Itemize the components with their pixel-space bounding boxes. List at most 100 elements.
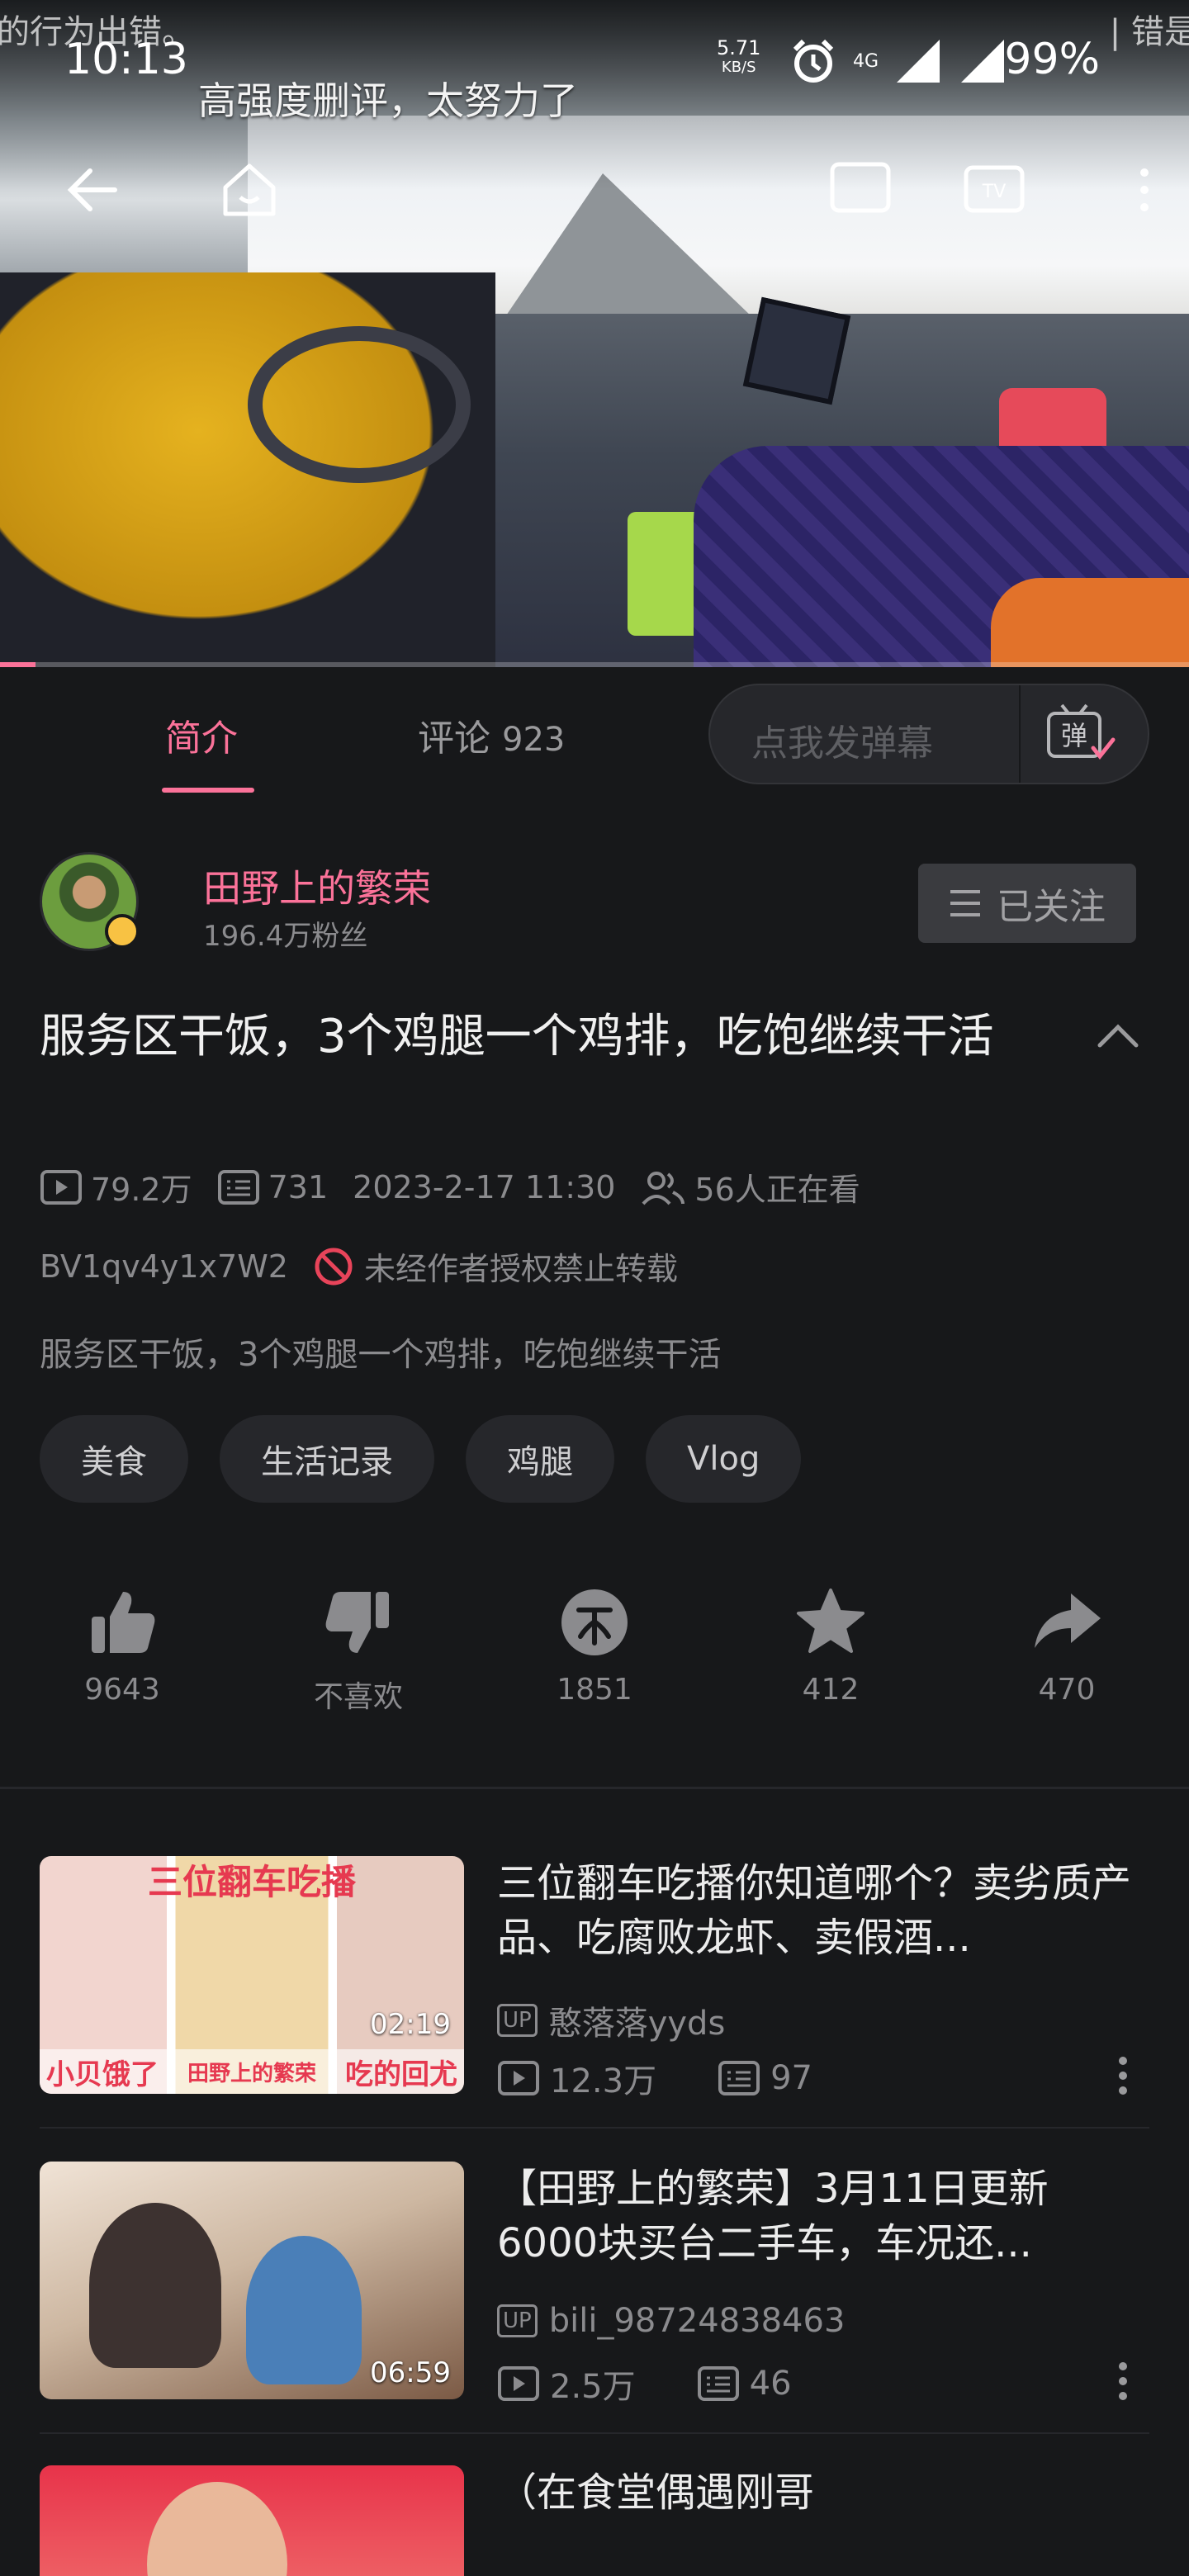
uploader-avatar[interactable] xyxy=(40,852,140,951)
tab-intro[interactable]: 简介 xyxy=(165,708,238,761)
related-video-item[interactable]: 三位翻车吃播 小贝饿了 田野上的繁荣 吃的回尤 02:19 三位翻车吃播你知道哪… xyxy=(0,1856,1189,2158)
prohibited-icon xyxy=(315,1248,353,1285)
related-title: （在食堂偶遇刚哥 xyxy=(497,2469,815,2516)
follow-button[interactable]: 已关注 xyxy=(918,864,1136,943)
video-description: 服务区干饭，3个鸡腿一个鸡排，吃饱继续干活 xyxy=(40,1336,722,1374)
signal-icon-2 xyxy=(961,40,1005,83)
more-icon xyxy=(1140,168,1149,211)
status-battery: 99% xyxy=(1004,35,1100,84)
more-vertical-icon[interactable] xyxy=(1115,2356,1131,2406)
thumbs-down-icon xyxy=(325,1592,389,1653)
thumbnail-caption-mid: 田野上的繁荣 xyxy=(187,2061,316,2086)
thumbnail-child xyxy=(246,2236,362,2384)
video-player[interactable]: 的行为出错。 | 错是 10:13 5.71 KB/S 4G 99% 高强度删评… xyxy=(0,0,1189,667)
collapse-chevron-icon[interactable] xyxy=(1093,1012,1143,1062)
action-bar: 9643 不喜欢 1851 412 470 xyxy=(40,1585,1149,1716)
related-stats: 12.3万 97 xyxy=(497,2054,874,2102)
thumbnail-person xyxy=(147,2482,287,2576)
coin-button[interactable]: 1851 xyxy=(512,1585,677,1716)
uploader-name[interactable]: 田野上的繁荣 xyxy=(203,859,431,913)
more-vertical-icon[interactable] xyxy=(1115,2051,1131,2100)
danmaku-count-icon xyxy=(697,2366,739,2401)
like-count: 9643 xyxy=(84,1673,160,1707)
related-title: 三位翻车吃播你知道哪个？卖劣质产品、吃腐败龙虾、卖假酒... xyxy=(497,1860,1132,1961)
svg-text:TV: TV xyxy=(982,182,1007,202)
share-count: 470 xyxy=(1038,1673,1096,1707)
people-watching-icon xyxy=(642,1171,685,1205)
network-type-icon: 4G xyxy=(853,50,879,72)
danmu-toggle-label: 弹 xyxy=(1061,720,1087,751)
share-button[interactable]: 470 xyxy=(984,1585,1149,1716)
thumbnail-caption-right: 吃的回尤 xyxy=(344,2057,457,2091)
mini-window-icon xyxy=(830,162,891,213)
follow-button-label: 已关注 xyxy=(997,886,1106,928)
more-button[interactable] xyxy=(1111,157,1177,223)
related-danmaku: 97 xyxy=(718,2059,812,2097)
dislike-label: 不喜欢 xyxy=(313,1680,403,1714)
related-thumbnail[interactable]: 三位翻车吃播 小贝饿了 田野上的繁荣 吃的回尤 02:19 xyxy=(40,1856,464,2094)
related-thumbnail[interactable] xyxy=(40,2465,464,2576)
dislike-button[interactable]: 不喜欢 xyxy=(276,1585,441,1716)
like-button[interactable]: 9643 xyxy=(40,1585,205,1716)
tag-chip[interactable]: 美食 xyxy=(40,1415,188,1503)
up-badge-icon: UP xyxy=(497,2304,538,2337)
related-video-item[interactable]: 06:59 【田野上的繁荣】3月11日更新6000块买台二手车，车况还... U… xyxy=(0,2162,1189,2464)
play-count-icon xyxy=(498,2061,539,2095)
video-frame-blanket xyxy=(991,578,1189,667)
related-uploader-name: 憨落落yyds xyxy=(548,2005,726,2043)
tab-bar: 简介 评论 923 点我发弹幕 弹 xyxy=(0,667,1189,799)
star-icon xyxy=(797,1589,865,1653)
back-button[interactable] xyxy=(59,157,126,223)
danmaku-count-icon xyxy=(718,2061,760,2095)
tv-cast-button[interactable]: TV xyxy=(961,157,1027,223)
related-thumbnail[interactable]: 06:59 xyxy=(40,2162,464,2399)
related-danmaku-value: 97 xyxy=(770,2059,812,2097)
related-video-item[interactable]: （在食堂偶遇刚哥 xyxy=(0,2465,1189,2576)
play-count-icon xyxy=(498,2366,539,2401)
tag-chip[interactable]: Vlog xyxy=(646,1415,802,1503)
danmu-toggle-icon[interactable]: 弹 xyxy=(1039,702,1121,768)
meta-date: 2023-2-17 11:30 xyxy=(353,1168,616,1205)
danmu-input-divider xyxy=(1019,685,1021,783)
play-count-icon xyxy=(40,1169,82,1205)
uploader-fans: 196.4万粉丝 xyxy=(203,920,368,953)
bvid-row: BV1qv4y1x7W2 未经作者授权禁止转载 xyxy=(40,1243,678,1289)
home-button[interactable] xyxy=(216,157,282,223)
related-views-value: 2.5万 xyxy=(550,2368,636,2406)
bvid: BV1qv4y1x7W2 xyxy=(40,1248,288,1285)
favorite-button[interactable]: 412 xyxy=(748,1585,913,1716)
list-divider xyxy=(40,2127,1149,2129)
tag-chip[interactable]: 生活记录 xyxy=(220,1415,434,1503)
related-uploader: UP bili_98724838463 xyxy=(497,2302,845,2340)
mini-window-button[interactable] xyxy=(827,157,893,223)
video-frame-steering-wheel xyxy=(248,326,471,483)
meta-danmaku: 731 xyxy=(217,1168,329,1205)
tab-comments-count: 923 xyxy=(502,721,566,759)
tab-comments[interactable]: 评论 923 xyxy=(418,708,565,761)
meta-danmaku-value: 731 xyxy=(268,1168,329,1205)
video-duration: 06:59 xyxy=(370,2356,451,2389)
related-views: 2.5万 xyxy=(497,2360,636,2408)
tag-chip[interactable]: 鸡腿 xyxy=(466,1415,614,1503)
copyright-notice: 未经作者授权禁止转载 xyxy=(313,1243,678,1289)
related-stats: 2.5万 46 xyxy=(497,2360,853,2408)
thumbnail-person xyxy=(89,2203,221,2368)
meta-watching: 56人正在看 xyxy=(640,1164,860,1210)
tab-active-indicator xyxy=(162,788,254,793)
meta-views: 79.2万 xyxy=(40,1164,192,1210)
related-uploader-name: bili_98724838463 xyxy=(548,2302,846,2340)
video-duration: 02:19 xyxy=(370,2008,451,2041)
danmu-input[interactable]: 点我发弹幕 弹 xyxy=(708,684,1149,784)
share-arrow-icon xyxy=(1035,1593,1101,1648)
status-net-speed: 5.71 KB/S xyxy=(717,38,760,78)
copyright-text: 未经作者授权禁止转载 xyxy=(363,1251,678,1287)
home-icon xyxy=(223,163,276,216)
up-badge-icon: UP xyxy=(497,2004,538,2037)
thumbnail-banner-text: 三位翻车吃播 xyxy=(147,1861,356,1902)
danmu-input-placeholder: 点我发弹幕 xyxy=(751,722,933,765)
meta-watching-value: 56人正在看 xyxy=(694,1172,860,1208)
menu-lines-icon xyxy=(950,890,980,916)
danmu-bullet-text: 高强度删评，太努力了 xyxy=(198,78,578,123)
section-divider xyxy=(0,1787,1189,1789)
signal-icon-1 xyxy=(897,40,940,83)
